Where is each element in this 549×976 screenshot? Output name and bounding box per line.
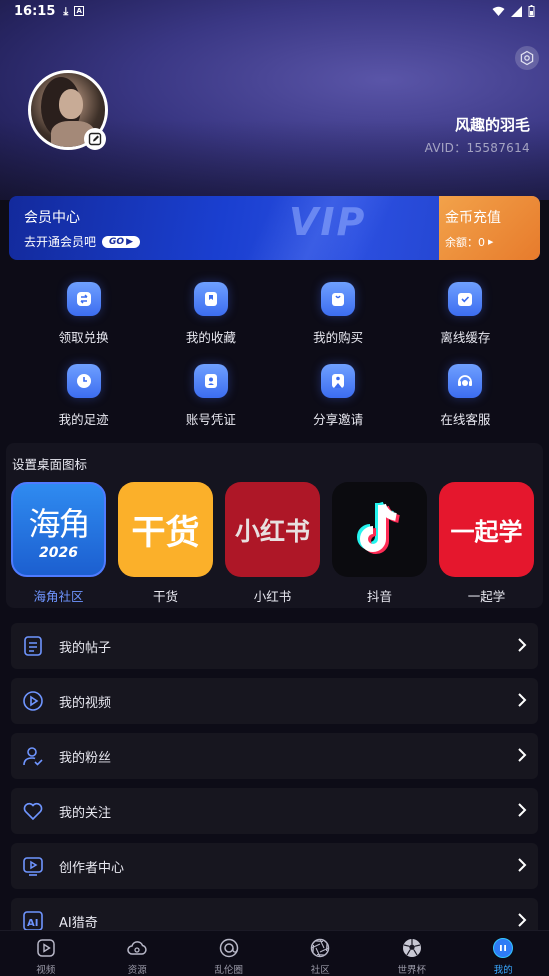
function-customer-service[interactable]: 在线客服 bbox=[402, 364, 529, 428]
menu-creator-center[interactable]: 创作者中心 bbox=[11, 843, 538, 889]
circle-at-icon bbox=[218, 937, 240, 959]
bottom-nav: 视频 资源 乱伦圈 社区 世界杯 我的 bbox=[0, 930, 549, 976]
function-offline-cache[interactable]: 离线缓存 bbox=[402, 282, 529, 346]
caret-right-icon: ▶ bbox=[488, 238, 494, 246]
app-status-icon: A bbox=[74, 6, 85, 16]
video-screen-icon bbox=[22, 855, 44, 877]
vip-watermark: VIP bbox=[289, 200, 367, 244]
signal-icon bbox=[511, 5, 522, 17]
svg-text:AI: AI bbox=[27, 918, 38, 929]
nav-resources[interactable]: 资源 bbox=[92, 931, 184, 976]
play-circle-icon bbox=[22, 690, 44, 712]
coin-recharge-button[interactable]: 金币充值 余额：0 ▶ bbox=[439, 196, 540, 260]
chevron-right-icon bbox=[518, 858, 527, 872]
shopping-bag-icon bbox=[321, 282, 356, 316]
nav-world-cup[interactable]: 世界杯 bbox=[366, 931, 458, 976]
yiqixue-logo: 一起学 bbox=[439, 482, 534, 577]
function-purchases[interactable]: 我的购买 bbox=[275, 282, 402, 346]
edit-icon bbox=[88, 132, 102, 146]
menu-my-videos[interactable]: 我的视频 bbox=[11, 678, 538, 724]
profile-icon bbox=[492, 937, 514, 959]
menu-list: 我的帖子 我的视频 我的粉丝 我的关注 创作者中心 AI AI猎奇 bbox=[11, 623, 538, 953]
app-icon-ganhuo[interactable]: 干货 干货 bbox=[118, 482, 213, 605]
vip-center-title: 会员中心 bbox=[24, 210, 80, 226]
video-icon bbox=[35, 937, 57, 959]
desktop-icon-title: 设置桌面图标 bbox=[12, 457, 88, 472]
download-icon bbox=[448, 282, 483, 316]
document-icon bbox=[22, 635, 44, 657]
battery-icon bbox=[528, 5, 535, 17]
play-arrow-icon: ▶ bbox=[126, 236, 133, 247]
gear-icon bbox=[520, 50, 534, 66]
chevron-right-icon bbox=[518, 638, 527, 652]
headset-icon bbox=[448, 364, 483, 398]
download-status-icon: ⤓ bbox=[63, 4, 69, 18]
haijiao-logo: 海角 2026 bbox=[11, 482, 106, 577]
nav-community[interactable]: 社区 bbox=[275, 931, 367, 976]
profile-screen: 16:15 ⤓ A 风趣的羽毛 AVID：15587614 VIP 会员中心 去… bbox=[0, 0, 549, 976]
bookmark-icon bbox=[193, 282, 228, 316]
coin-balance: 余额：0 bbox=[445, 236, 485, 249]
app-icon-xiaohongshu[interactable]: 小红书 小红书 bbox=[225, 482, 320, 605]
edit-avatar-button[interactable] bbox=[84, 128, 106, 150]
app-icon-yiqixue[interactable]: 一起学 一起学 bbox=[439, 482, 534, 605]
aperture-icon bbox=[309, 937, 331, 959]
status-time: 16:15 bbox=[14, 3, 56, 19]
vip-subtitle: 去开通会员吧 bbox=[24, 235, 97, 249]
function-history[interactable]: 我的足迹 bbox=[20, 364, 147, 428]
exchange-icon bbox=[66, 282, 101, 316]
wifi-icon bbox=[492, 6, 505, 16]
settings-button[interactable] bbox=[515, 46, 539, 70]
function-redeem[interactable]: 领取兑换 bbox=[20, 282, 147, 346]
xiaohongshu-logo: 小红书 bbox=[225, 482, 320, 577]
vip-go-button[interactable]: GO ▶ bbox=[102, 235, 140, 248]
nav-circle[interactable]: 乱伦圈 bbox=[183, 931, 275, 976]
douyin-logo bbox=[332, 482, 427, 577]
app-icon-haijiao[interactable]: 海角 2026 海角社区 bbox=[11, 482, 106, 605]
function-grid: 领取兑换 我的收藏 我的购买 离线缓存 我的足迹 账号凭证 分享邀请 在线客服 bbox=[20, 282, 529, 428]
clock-icon bbox=[66, 364, 101, 398]
cloud-icon bbox=[126, 937, 148, 959]
menu-my-fans[interactable]: 我的粉丝 bbox=[11, 733, 538, 779]
function-share-invite[interactable]: 分享邀请 bbox=[275, 364, 402, 428]
avid-label: AVID：15587614 bbox=[424, 141, 530, 155]
heart-icon bbox=[22, 800, 44, 822]
ganhuo-logo: 干货 bbox=[118, 482, 213, 577]
app-icon-douyin[interactable]: 抖音 bbox=[332, 482, 427, 605]
nav-mine[interactable]: 我的 bbox=[458, 931, 549, 976]
chevron-right-icon bbox=[518, 913, 527, 927]
chevron-right-icon bbox=[518, 748, 527, 762]
menu-my-follows[interactable]: 我的关注 bbox=[11, 788, 538, 834]
nickname: 风趣的羽毛 bbox=[454, 116, 530, 134]
user-check-icon bbox=[22, 745, 44, 767]
function-account-credential[interactable]: 账号凭证 bbox=[147, 364, 274, 428]
share-icon bbox=[321, 364, 356, 398]
coin-recharge-title: 金币充值 bbox=[445, 210, 501, 226]
chevron-right-icon bbox=[518, 693, 527, 707]
id-card-icon bbox=[193, 364, 228, 398]
ai-icon: AI bbox=[22, 910, 44, 932]
nav-video[interactable]: 视频 bbox=[0, 931, 92, 976]
desktop-icon-section: 设置桌面图标 海角 2026 海角社区 干货 干货 小红书 小红书 抖音 一起学… bbox=[6, 443, 543, 608]
chevron-right-icon bbox=[518, 803, 527, 817]
soccer-ball-icon bbox=[401, 937, 423, 959]
status-bar: 16:15 ⤓ A bbox=[0, 0, 549, 22]
function-favorites[interactable]: 我的收藏 bbox=[147, 282, 274, 346]
vip-banner[interactable]: VIP 会员中心 去开通会员吧 GO ▶ 金币充值 余额：0 ▶ bbox=[9, 196, 540, 260]
menu-my-posts[interactable]: 我的帖子 bbox=[11, 623, 538, 669]
